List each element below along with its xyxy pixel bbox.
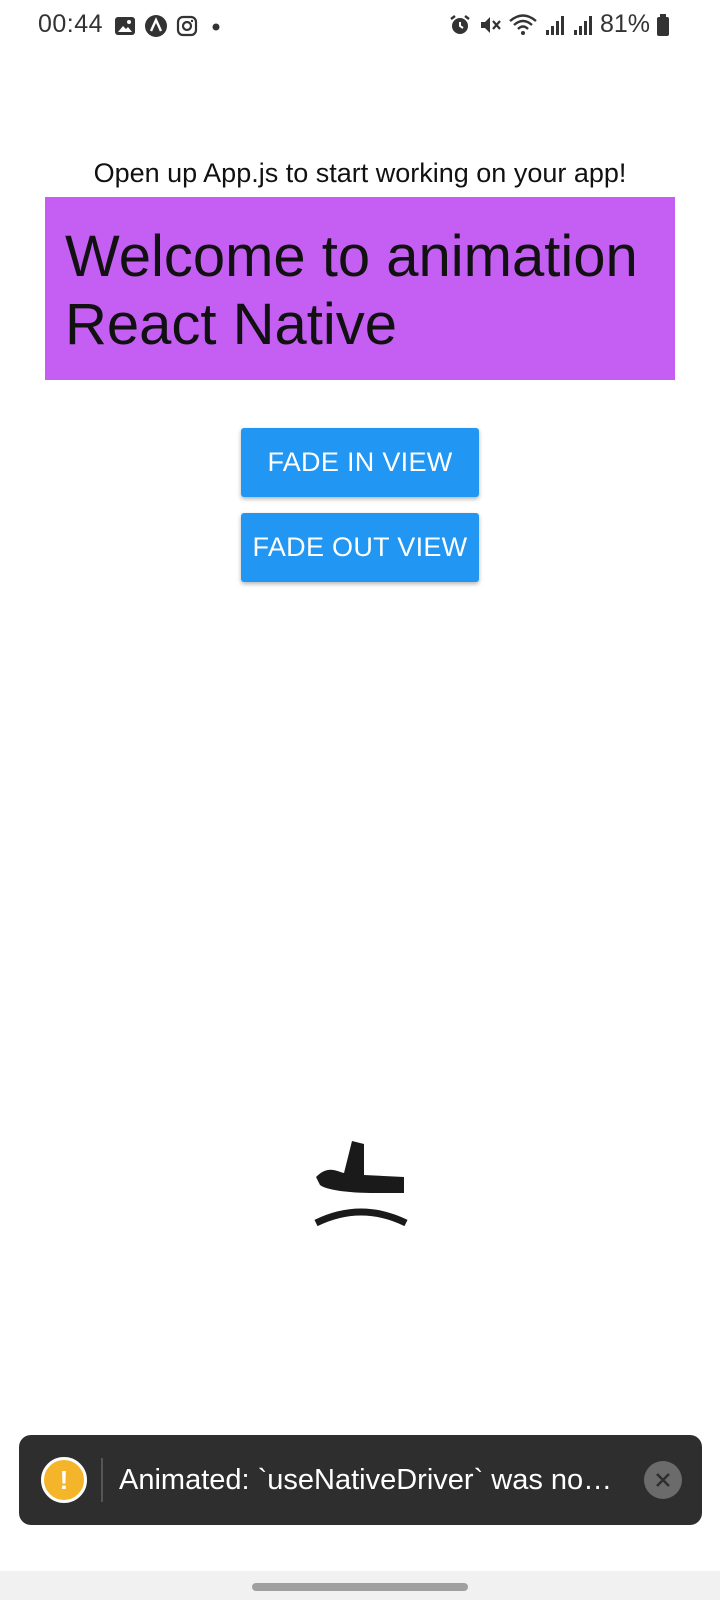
system-icons: 81% xyxy=(448,10,670,39)
wifi-icon xyxy=(509,13,537,35)
warning-toast[interactable]: ! Animated: `useNativeDriver` was not s… xyxy=(19,1435,702,1525)
instagram-icon xyxy=(176,15,198,37)
battery-percent: 81% xyxy=(599,10,650,38)
fade-in-button[interactable]: FADE IN VIEW xyxy=(241,428,479,497)
banner-line-2: React Native xyxy=(65,292,398,357)
banner-line-1: Welcome to animation xyxy=(65,224,638,289)
signal-icon xyxy=(573,15,592,35)
warning-icon: ! xyxy=(41,1457,87,1503)
hint-text: Open up App.js to start working on your … xyxy=(93,158,627,188)
alarm-icon xyxy=(450,14,470,34)
toast-divider xyxy=(101,1458,103,1502)
welcome-banner: Welcome to animation React Native xyxy=(45,197,675,380)
app-a-icon xyxy=(145,15,167,37)
notification-icons xyxy=(114,14,226,38)
flight-land-icon xyxy=(314,1141,408,1231)
status-bar: 00:44 81% xyxy=(0,0,720,52)
signal-icon xyxy=(545,15,564,35)
home-indicator[interactable] xyxy=(252,1583,468,1591)
image-icon xyxy=(115,17,135,35)
mute-icon xyxy=(480,16,501,33)
navigation-bar xyxy=(0,1571,720,1600)
dot-icon xyxy=(212,23,220,31)
status-time: 00:44 xyxy=(38,10,104,38)
banner-title: Welcome to animation React Native xyxy=(65,223,655,359)
toast-message[interactable]: Animated: `useNativeDriver` was not s… xyxy=(119,1464,619,1497)
battery-icon xyxy=(657,13,669,36)
fade-out-button[interactable]: FADE OUT VIEW xyxy=(241,513,479,582)
close-icon[interactable] xyxy=(644,1461,682,1499)
warning-symbol: ! xyxy=(59,1464,69,1495)
